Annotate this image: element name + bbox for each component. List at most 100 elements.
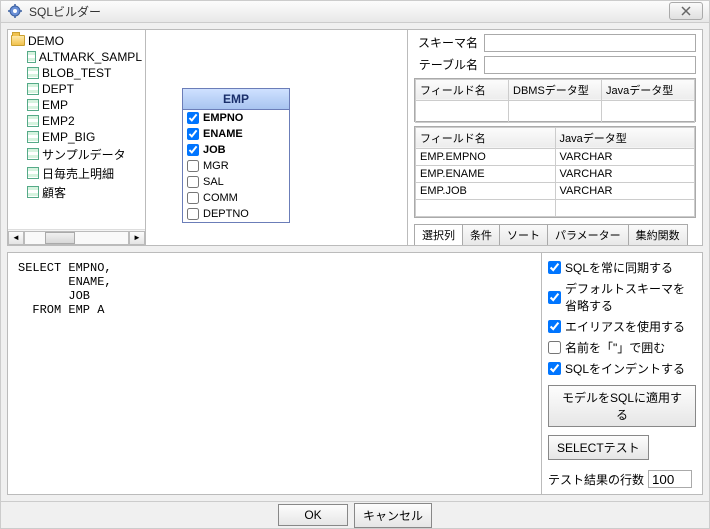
- table-row: [416, 199, 695, 216]
- checkbox-label: 名前を「"」で囲む: [565, 339, 665, 356]
- scroll-thumb[interactable]: [45, 232, 75, 244]
- column-checkbox[interactable]: [187, 160, 199, 172]
- chk-omit-schema[interactable]: デフォルトスキーマを省略する: [548, 280, 696, 314]
- grid-cell[interactable]: [602, 100, 695, 122]
- scroll-right-button[interactable]: ►: [129, 231, 145, 245]
- result-count-input[interactable]: [648, 470, 692, 488]
- tree-item[interactable]: EMP2: [11, 113, 142, 129]
- tree-item[interactable]: EMP_BIG: [11, 129, 142, 145]
- checkbox[interactable]: [548, 320, 561, 333]
- footer: OK キャンセル: [1, 501, 709, 528]
- scroll-track[interactable]: [24, 231, 129, 245]
- grid-cell[interactable]: [555, 199, 695, 216]
- grid-cell[interactable]: EMP.EMPNO: [416, 148, 556, 165]
- grid-cell[interactable]: [416, 199, 556, 216]
- column-name: COMM: [203, 192, 238, 204]
- select-test-button[interactable]: SELECTテスト: [548, 435, 649, 460]
- column-name: JOB: [203, 144, 226, 156]
- table-input[interactable]: [484, 56, 696, 74]
- apply-model-button[interactable]: モデルをSQLに適用する: [548, 385, 696, 427]
- column-name: DEPTNO: [203, 208, 249, 220]
- checkbox-label: デフォルトスキーマを省略する: [565, 280, 696, 314]
- table-row: EMP.JOBVARCHAR: [416, 182, 695, 199]
- tree-item[interactable]: 顧客: [11, 183, 142, 202]
- tab-conditions[interactable]: 条件: [462, 224, 500, 245]
- entity-column[interactable]: JOB: [183, 142, 289, 158]
- entity-column[interactable]: MGR: [183, 158, 289, 174]
- window-title: SQLビルダー: [29, 3, 669, 20]
- column-checkbox[interactable]: [187, 128, 199, 140]
- table-icon: [27, 167, 39, 179]
- chk-quote-names[interactable]: 名前を「"」で囲む: [548, 339, 696, 356]
- column-checkbox[interactable]: [187, 176, 199, 188]
- entity-column[interactable]: ENAME: [183, 126, 289, 142]
- field-type-grid[interactable]: フィールド名 DBMSデータ型 Javaデータ型: [414, 78, 696, 122]
- grid2-header[interactable]: Javaデータ型: [555, 127, 695, 148]
- sql-text[interactable]: SELECT EMPNO, ENAME, JOB FROM EMP A: [8, 253, 542, 494]
- grid-cell[interactable]: [509, 100, 602, 122]
- scroll-left-button[interactable]: ◄: [8, 231, 24, 245]
- chk-sync-sql[interactable]: SQLを常に同期する: [548, 259, 696, 276]
- entity-header[interactable]: EMP: [183, 89, 289, 110]
- table-row: テーブル名: [414, 56, 696, 74]
- grid-cell[interactable]: [416, 100, 509, 122]
- checkbox[interactable]: [548, 291, 561, 304]
- grid2-header[interactable]: フィールド名: [416, 127, 556, 148]
- table-label: テーブル名: [414, 56, 478, 73]
- close-button[interactable]: [669, 2, 703, 20]
- entity-column[interactable]: SAL: [183, 174, 289, 190]
- checkbox[interactable]: [548, 341, 561, 354]
- tab-parameters[interactable]: パラメーター: [547, 224, 629, 245]
- titlebar: SQLビルダー: [1, 1, 709, 23]
- ok-button[interactable]: OK: [278, 504, 348, 526]
- tree-item[interactable]: 日毎売上明細: [11, 164, 142, 183]
- upper-panel: DEMO ALTMARK_SAMPL BLOB_TEST DEPT EMP EM…: [7, 29, 703, 246]
- column-checkbox[interactable]: [187, 192, 199, 204]
- diagram-canvas[interactable]: EMP EMPNO ENAME JOB MGR SAL COMM DEPTNO: [146, 30, 408, 245]
- entity-emp[interactable]: EMP EMPNO ENAME JOB MGR SAL COMM DEPTNO: [182, 88, 290, 223]
- tab-aggregate[interactable]: 集約関数: [628, 224, 688, 245]
- tab-sort[interactable]: ソート: [499, 224, 548, 245]
- grid-cell[interactable]: VARCHAR: [555, 148, 695, 165]
- entity-column[interactable]: EMPNO: [183, 110, 289, 126]
- column-checkbox[interactable]: [187, 112, 199, 124]
- tree-item-label: DEPT: [42, 82, 74, 96]
- column-checkbox[interactable]: [187, 144, 199, 156]
- chk-indent-sql[interactable]: SQLをインデントする: [548, 360, 696, 377]
- column-name: SAL: [203, 176, 224, 188]
- sql-builder-window: SQLビルダー DEMO ALTMARK_SAMPL BLOB_TEST DEP…: [0, 0, 710, 529]
- chk-use-alias[interactable]: エイリアスを使用する: [548, 318, 696, 335]
- tree-item[interactable]: DEPT: [11, 81, 142, 97]
- tree-item[interactable]: サンプルデータ: [11, 145, 142, 164]
- tree-item[interactable]: BLOB_TEST: [11, 65, 142, 81]
- folder-icon: [11, 35, 25, 46]
- entity-column[interactable]: DEPTNO: [183, 206, 289, 222]
- column-name: ENAME: [203, 128, 243, 140]
- tree-root-node[interactable]: DEMO: [11, 33, 142, 49]
- checkbox[interactable]: [548, 261, 561, 274]
- grid-cell[interactable]: VARCHAR: [555, 165, 695, 182]
- tree-item[interactable]: ALTMARK_SAMPL: [11, 49, 142, 65]
- selected-fields-grid[interactable]: フィールド名 Javaデータ型 EMP.EMPNOVARCHAR EMP.ENA…: [414, 126, 696, 218]
- gear-icon: [7, 3, 23, 19]
- grid-cell[interactable]: EMP.ENAME: [416, 165, 556, 182]
- tab-select-columns[interactable]: 選択列: [414, 224, 463, 245]
- grid-cell[interactable]: VARCHAR: [555, 182, 695, 199]
- grid1-header[interactable]: DBMSデータ型: [509, 79, 602, 100]
- table-row: EMP.EMPNOVARCHAR: [416, 148, 695, 165]
- schema-input[interactable]: [484, 34, 696, 52]
- lower-panel: SELECT EMPNO, ENAME, JOB FROM EMP A SQLを…: [7, 252, 703, 495]
- table-icon: [27, 131, 39, 143]
- grid-cell[interactable]: EMP.JOB: [416, 182, 556, 199]
- entity-column[interactable]: COMM: [183, 190, 289, 206]
- table-icon: [27, 186, 39, 198]
- table-icon: [27, 83, 39, 95]
- table-icon: [27, 67, 39, 79]
- grid1-header[interactable]: Javaデータ型: [602, 79, 695, 100]
- column-checkbox[interactable]: [187, 208, 199, 220]
- tree-item[interactable]: EMP: [11, 97, 142, 113]
- checkbox[interactable]: [548, 362, 561, 375]
- cancel-button[interactable]: キャンセル: [354, 503, 432, 528]
- grid1-header[interactable]: フィールド名: [416, 79, 509, 100]
- close-icon: [681, 6, 691, 16]
